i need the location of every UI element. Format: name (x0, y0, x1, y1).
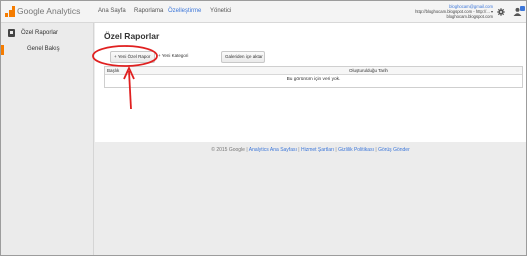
column-header-title[interactable]: Başlık (107, 68, 119, 73)
analytics-logo-icon (5, 6, 15, 17)
main-panel: Özel Raporlar + Yeni Özel Rapor + Yeni K… (95, 23, 526, 142)
nav-home[interactable]: Ana Sayfa (98, 8, 126, 14)
google-analytics-logo[interactable]: Google Analytics (5, 6, 95, 18)
sidebar-item-overview[interactable]: Genel Bakış (1, 43, 93, 55)
sidebar-section-custom-reports[interactable]: Özel Raporlar (1, 26, 93, 41)
footer-link-home[interactable]: Analytics Ana Sayfası (249, 147, 297, 153)
reports-table: Başlık Oluşturulduğu Tarih Bu görünüm iç… (104, 66, 523, 88)
nav-reporting[interactable]: Raporlama (134, 8, 163, 14)
page-title: Özel Raporlar (104, 31, 160, 41)
account-view: bloghocam.blogspot.com (446, 14, 493, 19)
nav-customization[interactable]: Özelleştirme (168, 8, 201, 14)
gear-icon[interactable] (497, 8, 505, 16)
logo-text: Google Analytics (17, 6, 81, 16)
nav-admin[interactable]: Yönetici (210, 8, 231, 14)
sidebar-item-label: Genel Bakış (27, 46, 60, 52)
new-category-button[interactable]: + Yeni Kategori (155, 51, 189, 63)
copyright-text: © 2015 Google (211, 147, 245, 153)
footer: © 2015 Google | Analytics Ana Sayfası | … (211, 147, 410, 153)
footer-link-feedback[interactable]: Görüş Gönder (378, 147, 410, 153)
footer-link-privacy[interactable]: Gizlilik Politikası (338, 147, 374, 153)
top-bar: Google Analytics Ana Sayfa Raporlama Öze… (1, 1, 526, 23)
sidebar: Özel Raporlar Genel Bakış (1, 23, 94, 255)
empty-table-message: Bu görünüm için veri yok. (286, 77, 341, 82)
app-window: Google Analytics Ana Sayfa Raporlama Öze… (0, 0, 527, 256)
notification-badge (520, 6, 525, 11)
column-header-date[interactable]: Oluşturulduğu Tarih (349, 68, 388, 73)
sidebar-section-label: Özel Raporlar (21, 30, 59, 36)
account-selector[interactable]: bloghocam@gmail.com http://bloghocam.blo… (415, 4, 493, 19)
custom-reports-icon (8, 29, 15, 37)
import-from-gallery-button[interactable]: Galeriden içe aktar (221, 51, 265, 63)
table-header: Başlık Oluşturulduğu Tarih (105, 67, 522, 75)
new-custom-report-button[interactable]: + Yeni Özel Rapor (110, 51, 155, 63)
footer-link-terms[interactable]: Hizmet Şartları (301, 147, 334, 153)
